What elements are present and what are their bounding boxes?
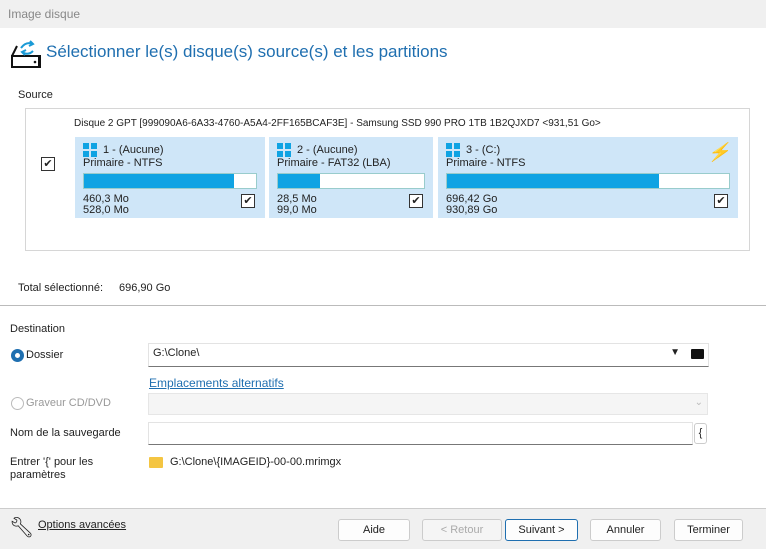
total-size: 528,0 Mo [83,204,129,216]
total-label: Total sélectionné: [18,282,103,294]
chevron-down-icon: ⌄ [694,397,703,408]
partition-checkbox[interactable]: ✔ [409,194,423,208]
filename-preview: G:\Clone\{IMAGEID}-00-00.mrimgx [170,456,342,468]
partition-name: 2 - (Aucune) [297,144,358,156]
total-size: 99,0 Mo [277,204,317,216]
partition-1[interactable]: 1 - (Aucune) Primaire - NTFS 460,3 Mo 52… [75,137,265,218]
usage-fill [278,174,321,188]
folder-icon [149,457,163,468]
usage-bar [277,173,425,189]
total-value: 696,90 Go [119,282,171,294]
partition-2[interactable]: 2 - (Aucune) Primaire - FAT32 (LBA) 28,5… [269,137,433,218]
partition-type: Primaire - NTFS [446,157,526,169]
running-man-icon: ⚡ [707,142,730,162]
disk-checkbox[interactable]: ✔ [41,157,55,171]
total-size: 930,89 Go [446,204,498,216]
folder-icon[interactable] [691,349,704,359]
partition-name: 1 - (Aucune) [103,144,164,156]
windows-icon [83,143,97,157]
divider [0,305,766,306]
cd-dvd-combo[interactable]: ⌄ [148,393,708,415]
partition-type: Primaire - FAT32 (LBA) [277,157,391,169]
folder-radio[interactable] [11,349,24,362]
dropdown-arrow-icon[interactable]: ▼ [670,347,680,358]
source-label: Source [18,89,53,101]
usage-bar [83,173,257,189]
hint-line-1: Entrer '{' pour les [10,456,94,468]
partition-checkbox[interactable]: ✔ [241,194,255,208]
disk-image-icon [11,40,41,68]
page-title: Sélectionner le(s) disque(s) source(s) e… [46,42,448,61]
cd-dvd-radio[interactable] [11,397,24,410]
cd-dvd-label: Graveur CD/DVD [26,397,111,409]
finish-button[interactable]: Terminer [674,519,743,541]
usage-bar [446,173,730,189]
folder-combo[interactable]: G:\Clone\ ▼ [148,343,709,367]
folder-label: Dossier [26,349,64,361]
destination-label: Destination [10,323,66,335]
partition-name: 3 - (C:) [466,144,501,156]
windows-icon [446,143,460,157]
parameters-button[interactable]: { [694,423,707,444]
advanced-options-link[interactable]: Options avancées [38,519,126,531]
windows-icon [277,143,291,157]
alternative-locations-link[interactable]: Emplacements alternatifs [149,376,284,390]
title-bar: Image disque [0,0,766,28]
hint-line-2: paramètres [10,469,66,481]
cancel-button[interactable]: Annuler [590,519,661,541]
partition-type: Primaire - NTFS [83,157,163,169]
next-button[interactable]: Suivant > [505,519,578,541]
usage-fill [447,174,659,188]
backup-name-input[interactable] [148,422,693,445]
back-button[interactable]: < Retour [422,519,502,541]
partition-checkbox[interactable]: ✔ [714,194,728,208]
partition-3[interactable]: 3 - (C:) Primaire - NTFS ⚡ 696,42 Go 930… [438,137,738,218]
usage-fill [84,174,234,188]
disk-title: Disque 2 GPT [999090A6-6A33-4760-A5A4-2F… [74,118,601,129]
folder-value: G:\Clone\ [153,347,200,359]
backup-name-label: Nom de la sauvegarde [10,427,121,439]
help-button[interactable]: Aide [338,519,410,541]
wrench-icon[interactable]: 🔧︎ [9,515,34,540]
